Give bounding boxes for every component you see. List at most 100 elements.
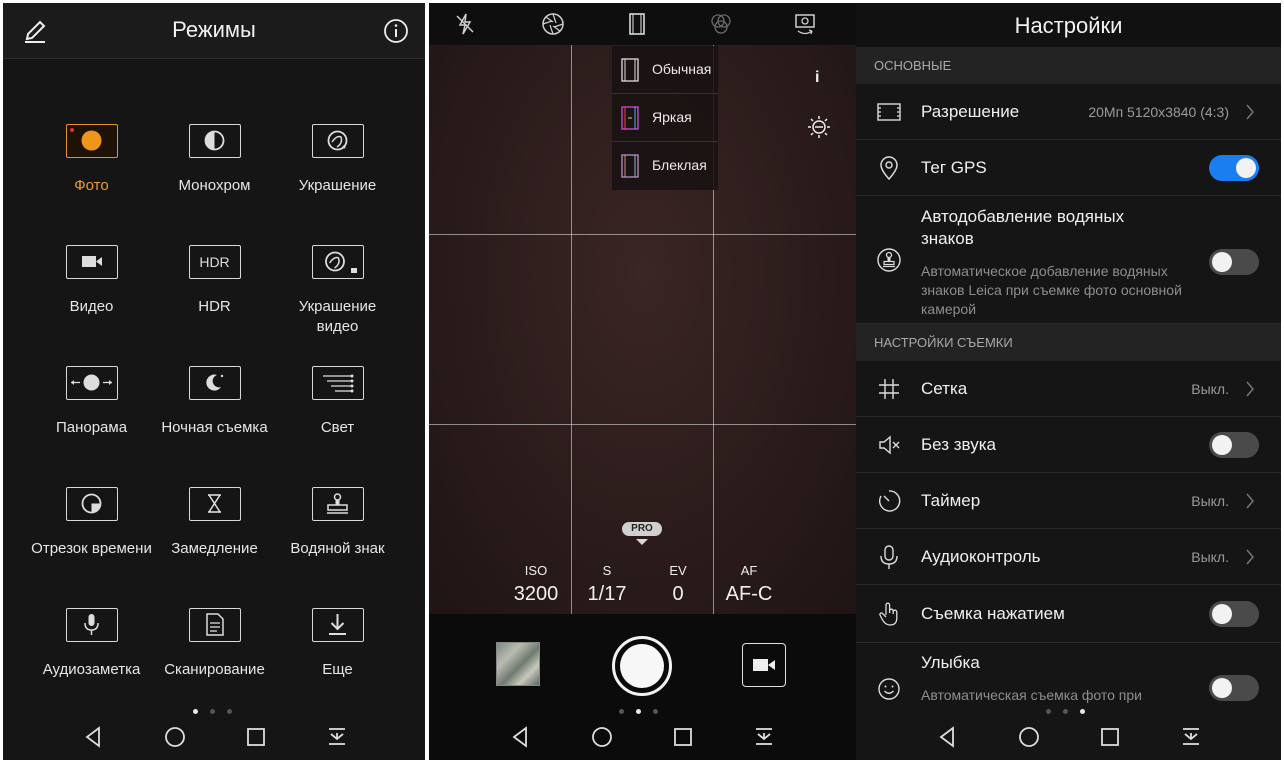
- filter-standard[interactable]: Обычная: [612, 46, 718, 94]
- setting-gps-tag[interactable]: Тег GPS: [856, 140, 1281, 196]
- setting-audio-control[interactable]: Аудиоконтроль Выкл.: [856, 529, 1281, 585]
- page-indicator: [619, 709, 658, 714]
- setting-auto-watermark[interactable]: Автодобавление водяных знаков Автоматиче…: [856, 196, 1281, 324]
- info-label[interactable]: i: [815, 69, 819, 87]
- photo-icon: [65, 124, 118, 158]
- mode-label: Водяной знак: [290, 540, 385, 557]
- toggle-knob: [1236, 158, 1256, 178]
- autofocus-param[interactable]: AF AF-C: [713, 563, 785, 607]
- setting-label: Аудиоконтроль: [921, 547, 1041, 566]
- exposure-param[interactable]: EV 0: [642, 563, 714, 607]
- setting-touch-capture[interactable]: Съемка нажатием: [856, 585, 1281, 643]
- film-faded-icon: [621, 154, 639, 178]
- notification-pulldown-icon[interactable]: [324, 724, 350, 750]
- mute-icon: [879, 435, 900, 455]
- navigation-bar: [429, 716, 856, 760]
- setting-value: Выкл.: [1191, 493, 1229, 509]
- page-dot: [210, 709, 215, 714]
- mode-audio-note[interactable]: Аудиозаметка: [30, 608, 153, 680]
- filter-label: Яркая: [652, 109, 692, 125]
- mode-panorama[interactable]: Панорама: [30, 366, 153, 438]
- setting-value: Выкл.: [1191, 549, 1229, 565]
- mode-label: Панорама: [55, 419, 128, 436]
- mode-label: Аудиозаметка: [42, 661, 141, 678]
- page-indicator: [1046, 709, 1085, 714]
- panorama-icon: [65, 366, 118, 400]
- filter-vivid[interactable]: Яркая: [612, 94, 718, 142]
- setting-grid[interactable]: Сетка Выкл.: [856, 361, 1281, 417]
- gps-tag-toggle[interactable]: [1209, 155, 1259, 181]
- recents-icon[interactable]: [243, 724, 269, 750]
- switch-camera-icon[interactable]: [792, 11, 818, 37]
- iso-param[interactable]: ISO 3200: [500, 563, 572, 607]
- mode-time-lapse[interactable]: Отрезок времени: [30, 487, 153, 559]
- mode-document-scan[interactable]: Сканирование: [153, 608, 276, 680]
- setting-label: Без звука: [921, 435, 996, 454]
- mode-monochrome[interactable]: Монохром: [153, 124, 276, 196]
- grid-line: [571, 45, 572, 614]
- home-icon[interactable]: [1016, 724, 1042, 750]
- film-filter-menu: Обычная Яркая Блеклая: [612, 46, 718, 190]
- setting-label: Сетка: [921, 379, 968, 398]
- shutter-speed-param[interactable]: S 1/17: [571, 563, 643, 607]
- page-dot: [619, 709, 624, 714]
- auto-watermark-toggle[interactable]: [1209, 249, 1259, 275]
- mode-watermark[interactable]: Водяной знак: [276, 487, 399, 559]
- mode-night[interactable]: Ночная съемка: [153, 366, 276, 438]
- toggle-knob: [1212, 604, 1232, 624]
- mode-beauty-video[interactable]: Украшение видео: [276, 245, 399, 337]
- audio-note-icon: [65, 608, 118, 642]
- mode-photo[interactable]: Фото: [30, 124, 153, 196]
- back-icon[interactable]: [81, 724, 107, 750]
- setting-label: Автодобавление водяных знаков: [921, 207, 1125, 248]
- gallery-thumbnail[interactable]: [496, 642, 540, 686]
- recents-icon[interactable]: [1097, 724, 1123, 750]
- video-icon: [65, 245, 118, 279]
- mode-beauty[interactable]: Украшение: [276, 124, 399, 196]
- viewfinder[interactable]: Обычная Яркая Блеклая i PRO ISO 3200 S 1…: [429, 45, 856, 636]
- setting-resolution[interactable]: Разрешение 20Мп 5120x3840 (4:3): [856, 84, 1281, 140]
- filter-label: Обычная: [652, 61, 712, 77]
- home-icon[interactable]: [162, 724, 188, 750]
- hdr-icon: HDR: [188, 245, 241, 279]
- mode-light-painting[interactable]: Свет: [276, 366, 399, 438]
- stamp-icon: [877, 248, 901, 272]
- shutter-button[interactable]: [612, 636, 672, 696]
- recents-icon[interactable]: [670, 724, 696, 750]
- mute-toggle[interactable]: [1209, 432, 1259, 458]
- film-filter-icon[interactable]: [624, 11, 650, 37]
- back-icon[interactable]: [508, 724, 534, 750]
- setting-label: Тег GPS: [921, 158, 987, 177]
- home-icon[interactable]: [589, 724, 615, 750]
- smile-toggle[interactable]: [1209, 675, 1259, 701]
- back-icon[interactable]: [935, 724, 961, 750]
- notification-pulldown-icon[interactable]: [1178, 724, 1204, 750]
- pro-arrow-icon[interactable]: [636, 539, 648, 545]
- camera-screen: Обычная Яркая Блеклая i PRO ISO 3200 S 1…: [429, 3, 856, 760]
- setting-mute[interactable]: Без звука: [856, 417, 1281, 473]
- info-icon[interactable]: [382, 17, 410, 45]
- touch-capture-toggle[interactable]: [1209, 601, 1259, 627]
- notification-pulldown-icon[interactable]: [751, 724, 777, 750]
- filter-faded[interactable]: Блеклая: [612, 142, 718, 190]
- flash-off-icon[interactable]: [452, 11, 478, 37]
- mode-hdr[interactable]: HDR HDR: [153, 245, 276, 317]
- chevron-right-icon: [1246, 104, 1254, 120]
- record-video-button[interactable]: [742, 643, 786, 687]
- mode-slow-motion[interactable]: Замедление: [153, 487, 276, 559]
- color-filter-icon[interactable]: [708, 11, 734, 37]
- film-standard-icon: [621, 58, 639, 82]
- pro-mode-tag[interactable]: PRO: [622, 522, 662, 536]
- navigation-bar: [3, 716, 425, 760]
- mode-label: Свет: [320, 419, 355, 436]
- exposure-sun-icon[interactable]: [805, 113, 833, 141]
- mode-video[interactable]: Видео: [30, 245, 153, 317]
- smile-icon: [878, 678, 900, 700]
- camera-top-bar: [429, 3, 856, 45]
- page-dot: [1046, 709, 1051, 714]
- mode-label: Замедление: [171, 540, 258, 557]
- toggle-knob: [1212, 435, 1232, 455]
- mode-more[interactable]: Еще: [276, 608, 399, 680]
- setting-timer[interactable]: Таймер Выкл.: [856, 473, 1281, 529]
- aperture-icon[interactable]: [540, 11, 566, 37]
